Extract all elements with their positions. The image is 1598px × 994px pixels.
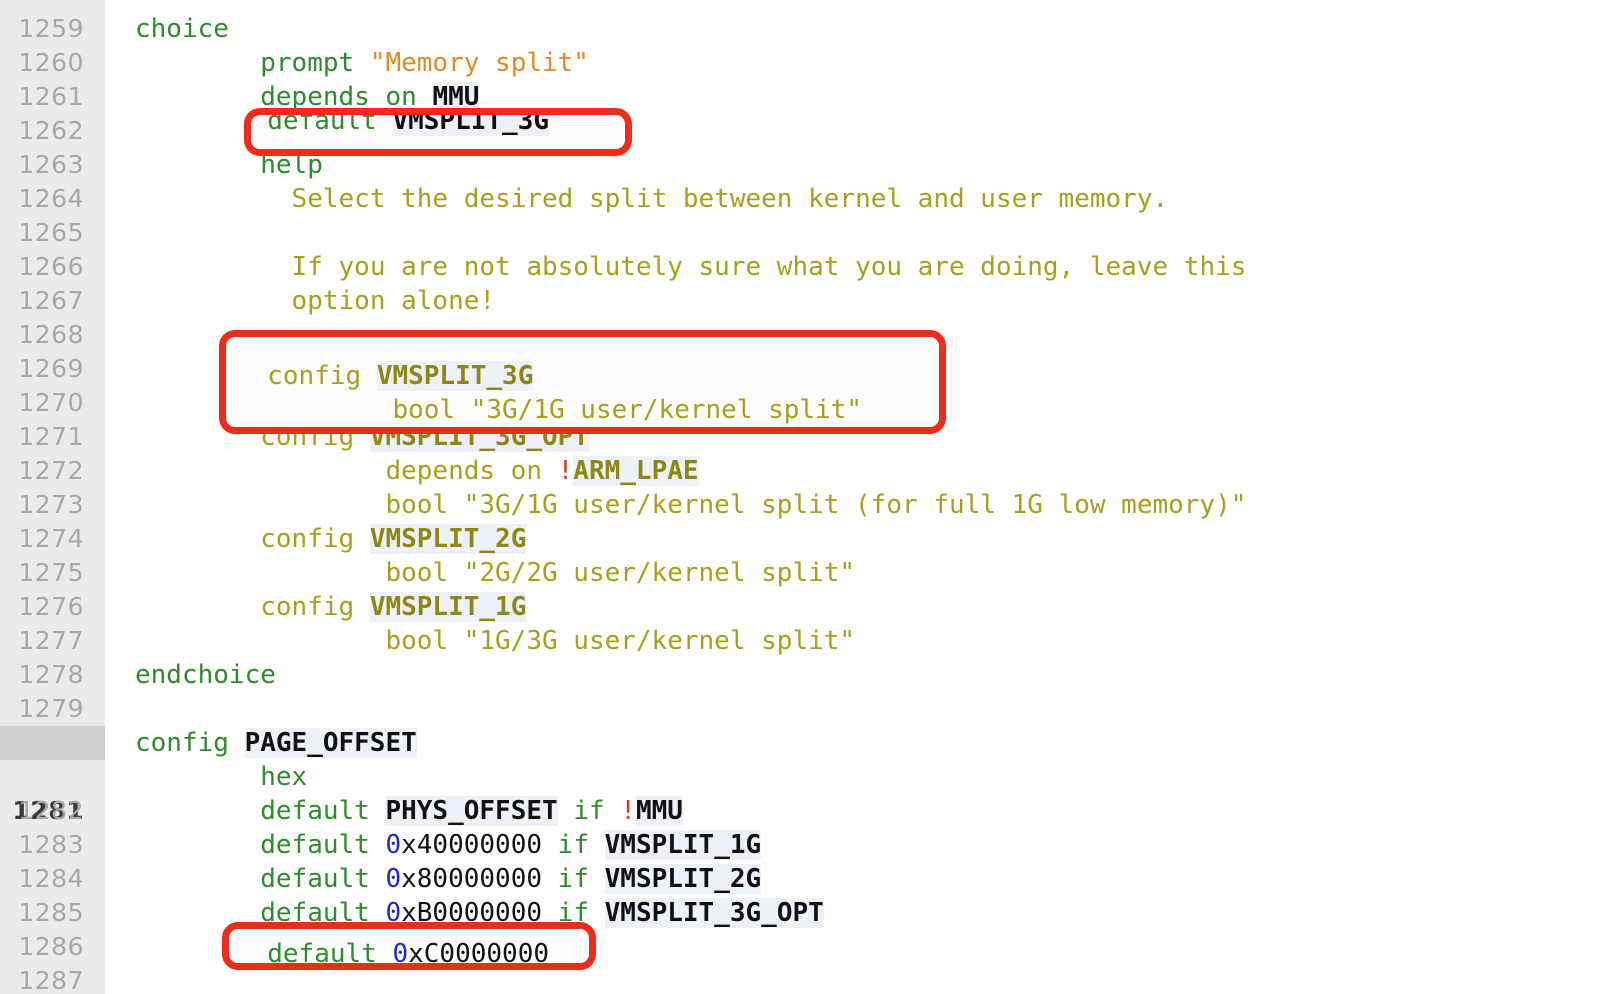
- line-content[interactable]: config VMSPLIT_1G: [135, 590, 527, 624]
- code-line[interactable]: 1274 bool "3G/1G user/kernel split (for …: [0, 488, 1598, 553]
- code-line[interactable]: 1265 Select the desired split between ke…: [0, 182, 1598, 247]
- line-content[interactable]: config VMSPLIT_2G: [135, 522, 527, 556]
- line-content[interactable]: bool "3G/1G user/kernel split (for full …: [135, 488, 1246, 522]
- line-content[interactable]: default 0x80000000 if VMSPLIT_2G: [135, 862, 762, 896]
- current-line-gutter-highlight: [0, 726, 105, 760]
- annotation-content: config VMSPLIT_3G bool "3G/1G user/kerne…: [226, 337, 939, 427]
- code-line[interactable]: 1266: [0, 216, 1598, 281]
- code-line[interactable]: 1261 prompt "Memory split": [0, 46, 1598, 111]
- annotated-line: default 0xC0000000: [229, 937, 589, 963]
- code-line[interactable]: 1273 depends on !ARM_LPAE: [0, 454, 1598, 519]
- line-content[interactable]: prompt "Memory split": [135, 46, 589, 80]
- code-line[interactable]: 1285 default 0x80000000 if VMSPLIT_2G: [0, 862, 1598, 927]
- code-line[interactable]: 1267 If you are not absolutely sure what…: [0, 250, 1598, 315]
- annotation-box-config-vmsplit3g: config VMSPLIT_3G bool "3G/1G user/kerne…: [219, 330, 946, 434]
- code-line-current[interactable]: 1281 config PAGE_OFFSET: [0, 726, 1598, 825]
- annotation-box-default-vmsplit3g: default VMSPLIT_3G: [244, 108, 632, 156]
- line-content: default VMSPLIT_3G: [251, 115, 550, 138]
- code-line[interactable]: 1283 default PHYS_OFFSET if !MMU: [0, 794, 1598, 859]
- code-line[interactable]: 1259: [0, 0, 1598, 43]
- line-content[interactable]: config PAGE_OFFSET: [135, 726, 417, 760]
- annotated-line: default VMSPLIT_3G: [251, 115, 625, 138]
- code-line[interactable]: 1284 default 0x40000000 if VMSPLIT_1G: [0, 828, 1598, 893]
- line-content: default 0xC0000000: [267, 939, 550, 963]
- line-content[interactable]: Select the desired split between kernel …: [135, 182, 1169, 216]
- code-line[interactable]: 1268 option alone!: [0, 284, 1598, 349]
- annotated-line: config VMSPLIT_3G: [226, 359, 939, 393]
- code-line[interactable]: 1280: [0, 692, 1598, 757]
- annotation-content: default 0xC0000000: [229, 929, 589, 963]
- code-line[interactable]: 1262 depends on MMU: [0, 80, 1598, 145]
- code-line[interactable]: 1277 config VMSPLIT_1G: [0, 590, 1598, 655]
- code-area[interactable]: 1259 1260 choice 1261 prompt "Memory spl…: [0, 0, 1598, 994]
- code-line[interactable]: 1278 bool "1G/3G user/kernel split": [0, 624, 1598, 689]
- line-content: bool "3G/1G user/kernel split": [392, 395, 863, 425]
- line-content[interactable]: endchoice: [135, 658, 276, 692]
- annotation-box-default-0xc0000000: default 0xC0000000: [222, 922, 596, 970]
- line-content[interactable]: default PHYS_OFFSET if !MMU: [135, 794, 683, 828]
- line-content[interactable]: bool "1G/3G user/kernel split": [135, 624, 855, 658]
- code-line[interactable]: 1276 bool "2G/2G user/kernel split": [0, 556, 1598, 621]
- code-line[interactable]: 1260 choice: [0, 12, 1598, 77]
- code-line[interactable]: 1264 help: [0, 148, 1598, 213]
- code-line[interactable]: 1282 hex: [0, 760, 1598, 825]
- code-line[interactable]: 1275 config VMSPLIT_2G: [0, 522, 1598, 587]
- line-content[interactable]: depends on !ARM_LPAE: [135, 454, 699, 488]
- line-content[interactable]: If you are not absolutely sure what you …: [135, 250, 1247, 284]
- annotated-line: bool "3G/1G user/kernel split": [226, 393, 939, 427]
- annotation-content: default VMSPLIT_3G: [251, 115, 625, 149]
- code-line[interactable]: 1279 endchoice: [0, 658, 1598, 723]
- code-editor-screenshot: 1259 1260 choice 1261 prompt "Memory spl…: [0, 0, 1598, 994]
- line-content[interactable]: hex: [135, 760, 307, 794]
- line-content[interactable]: choice: [135, 12, 229, 46]
- line-content: config VMSPLIT_3G: [267, 361, 534, 391]
- line-content[interactable]: default 0x40000000 if VMSPLIT_1G: [135, 828, 762, 862]
- code-line[interactable]: 1263 default VMSPLIT_3G: [0, 114, 1598, 179]
- line-content[interactable]: option alone!: [135, 284, 496, 318]
- line-content[interactable]: bool "2G/2G user/kernel split": [135, 556, 855, 590]
